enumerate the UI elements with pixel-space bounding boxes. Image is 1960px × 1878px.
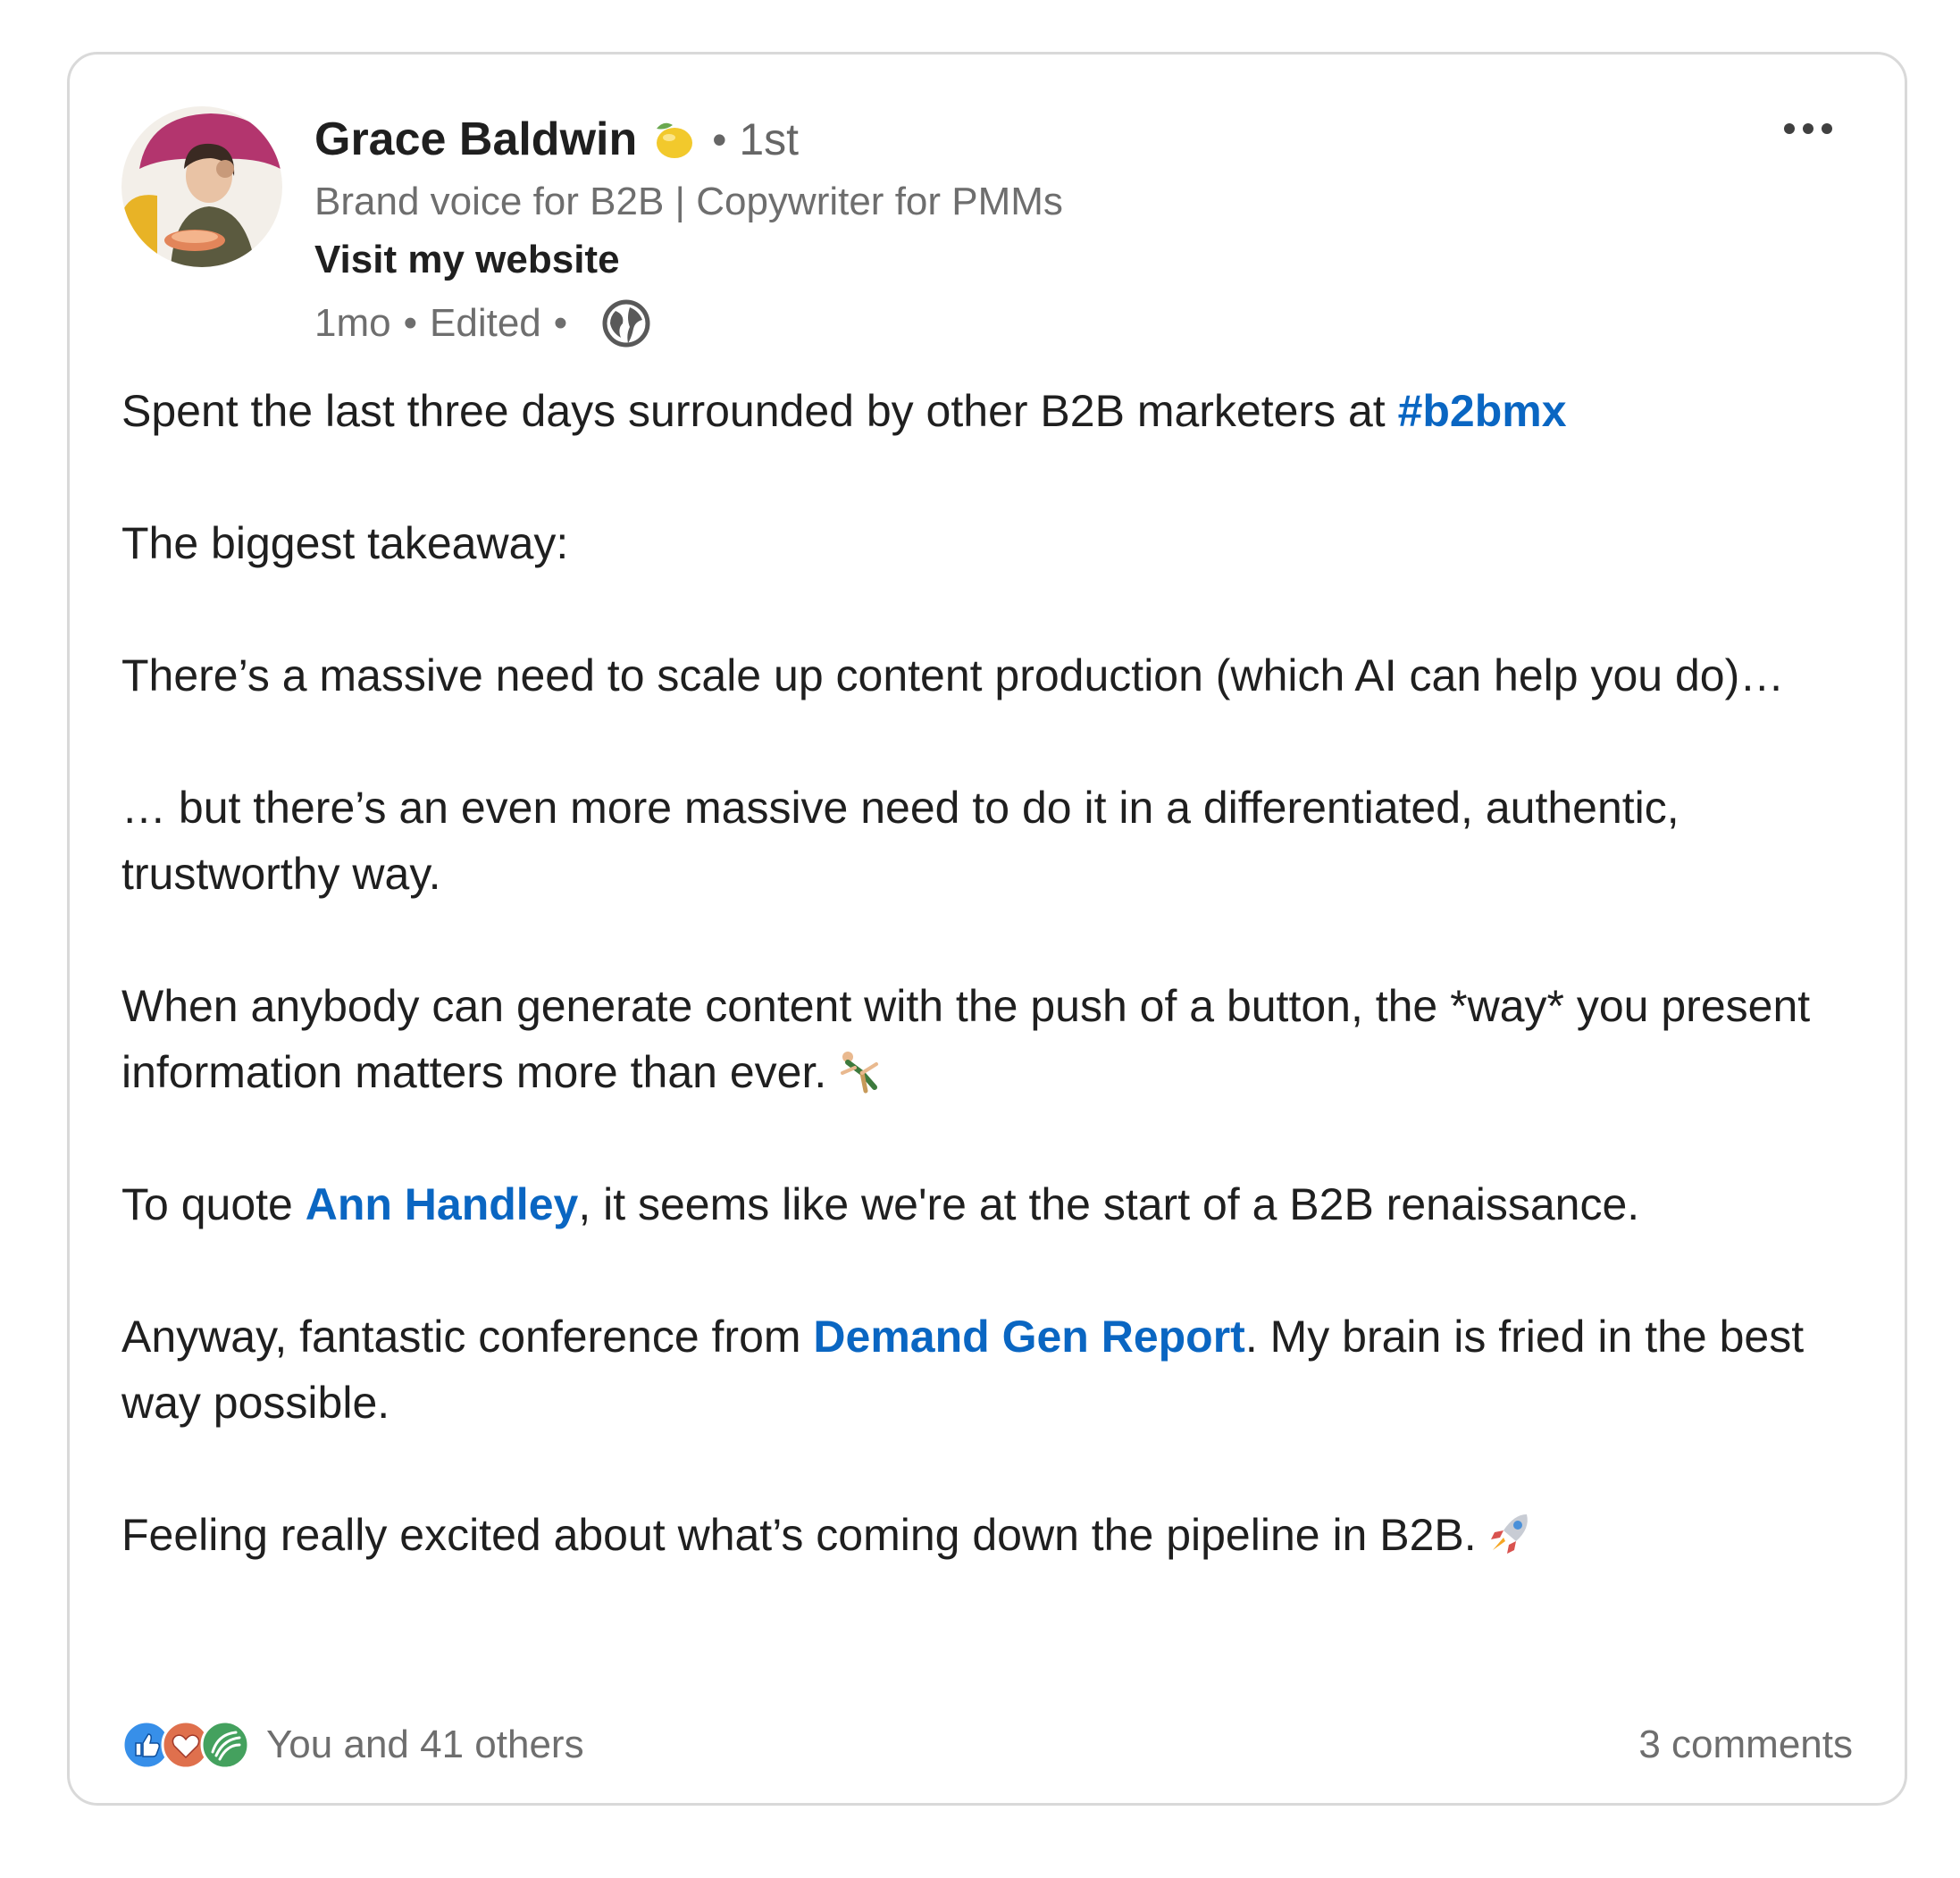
cartwheel-emoji [835,1046,884,1094]
separator-dot: • [712,116,727,163]
more-options-icon [1784,123,1832,134]
post-card: Grace Baldwin • 1st Brand voice for B2B … [67,52,1907,1806]
post-text-span: Anyway, fantastic conference from [121,1312,814,1362]
reactions-count: You and 41 others [266,1723,584,1766]
post-text-span: Spent the last three days surrounded by … [121,386,1398,436]
author-headline: Brand voice for B2B | Copywriter for PMM… [314,180,1063,223]
author-row: Grace Baldwin • 1st [314,108,1063,171]
post-paragraph: There’s a massive need to scale up conte… [121,650,1785,700]
post-paragraph: Feeling really excited about what’s comi… [121,1502,1872,1568]
meta-separator: • [403,301,417,345]
post-text-span: Feeling really excited about what’s comi… [121,1510,1477,1560]
edited-label: Edited [430,301,541,345]
post-meta: 1mo • Edited • [314,292,1063,355]
avatar-photo [121,106,282,267]
visit-website-link[interactable]: Visit my website [314,231,620,289]
mention-ann-handley[interactable]: Ann Handley [306,1179,579,1229]
social-counts: You and 41 others 3 comments [121,1716,1853,1773]
author-name[interactable]: Grace Baldwin [314,113,637,166]
post-text-span: When anybody can generate content with t… [121,981,1811,1097]
support-icon [200,1720,250,1770]
reaction-icons [121,1720,250,1770]
avatar[interactable] [121,106,282,267]
post-time: 1mo [314,301,391,345]
more-options-button[interactable] [1772,106,1844,151]
post-paragraph: Spent the last three days surrounded by … [121,378,1872,444]
globe-icon[interactable] [601,298,651,348]
mention-demand-gen-report[interactable]: Demand Gen Report [813,1312,1244,1362]
post-paragraph: The biggest takeaway: [121,518,569,568]
hashtag-link[interactable]: #b2bmx [1398,386,1567,436]
post-paragraph: … but there’s an even more massive need … [121,783,1679,899]
reactions-summary[interactable]: You and 41 others [121,1720,584,1770]
post-paragraph: When anybody can generate content with t… [121,973,1872,1105]
post-paragraph: To quote Ann Handley, it seems like we'r… [121,1171,1872,1237]
post-text-span: , it seems like we're at the start of a … [578,1179,1640,1229]
lemon-icon [649,116,696,163]
post-paragraph: Anyway, fantastic conference from Demand… [121,1304,1872,1436]
post-text-span: To quote [121,1179,306,1229]
post-header: Grace Baldwin • 1st Brand voice for B2B … [314,108,1063,355]
comments-count-link[interactable]: 3 comments [1638,1723,1853,1767]
post-text: Spent the last three days surrounded by … [121,378,1872,1568]
meta-separator: • [553,301,568,345]
rocket-emoji [1486,1509,1534,1557]
connection-degree: 1st [739,114,800,164]
